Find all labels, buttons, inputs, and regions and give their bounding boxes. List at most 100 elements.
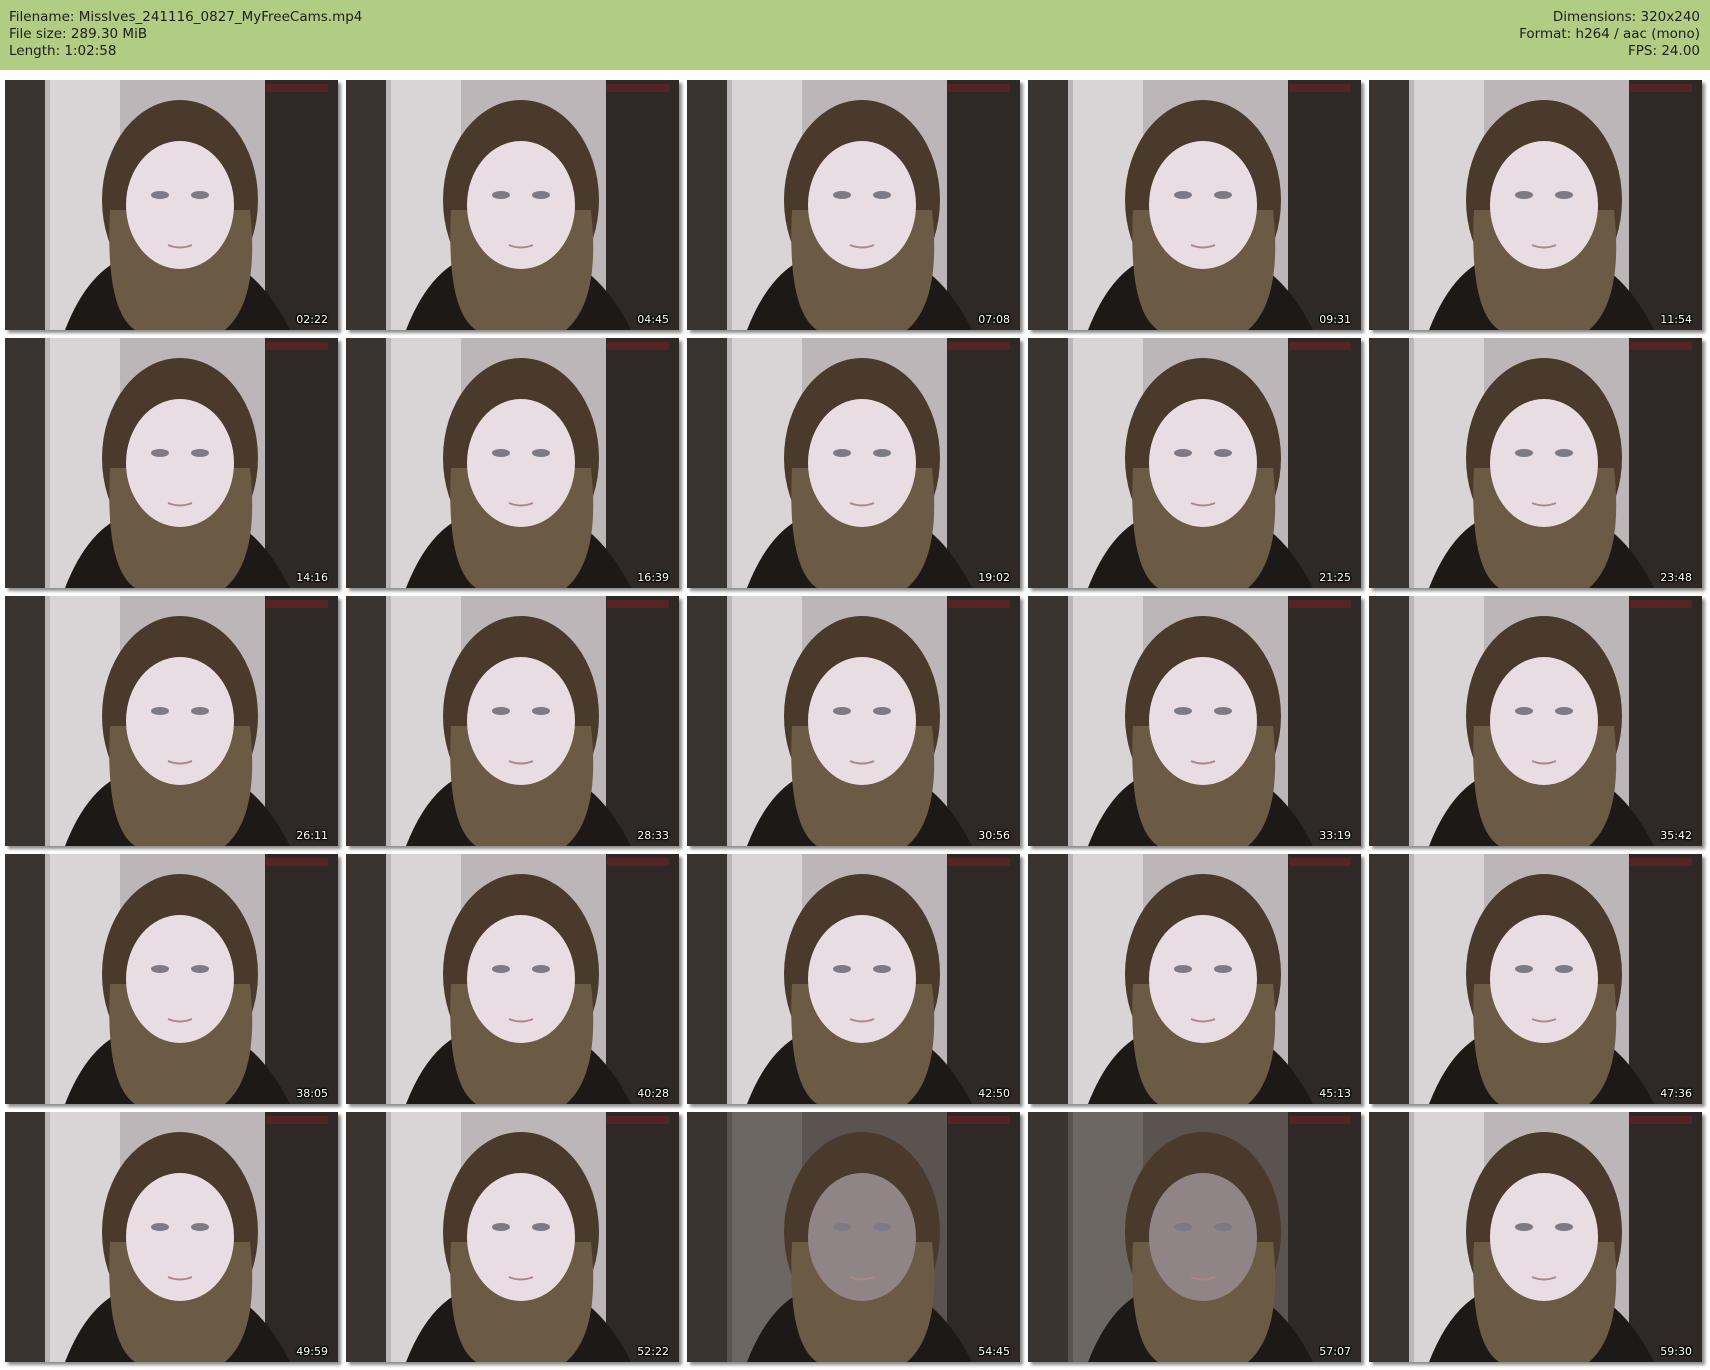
frame-image [1369,80,1702,330]
video-frame-thumbnail: 14:16 [5,338,338,588]
timestamp-label: 57:07 [1319,1345,1351,1358]
video-frame-thumbnail: 49:59 [5,1112,338,1362]
timestamp-label: 09:31 [1319,313,1351,326]
timestamp-label: 07:08 [978,313,1010,326]
timestamp-label: 19:02 [978,571,1010,584]
watermark-mark [266,342,328,350]
video-frame-thumbnail: 45:13 [1028,854,1361,1104]
video-frame-thumbnail: 07:08 [687,80,1020,330]
watermark-mark [1630,342,1692,350]
timestamp-label: 47:36 [1660,1087,1692,1100]
frame-image [1369,854,1702,1104]
video-frame-thumbnail: 33:19 [1028,596,1361,846]
thumbnail-grid: 02:22 04:45 07:08 09:31 11:54 14:16 16:39 19:02… [0,70,1710,1370]
timestamp-label: 38:05 [296,1087,328,1100]
frame-image [346,338,679,588]
info-header: Filename: MissIves_241116_0827_MyFreeCam… [0,0,1710,70]
frame-image [1369,338,1702,588]
watermark-mark [607,84,669,92]
video-frame-thumbnail: 02:22 [5,80,338,330]
frame-image [5,596,338,846]
watermark-mark [607,342,669,350]
frame-image [5,80,338,330]
video-frame-thumbnail: 16:39 [346,338,679,588]
video-frame-thumbnail: 38:05 [5,854,338,1104]
timestamp-label: 11:54 [1660,313,1692,326]
frame-image [5,1112,338,1362]
video-frame-thumbnail: 42:50 [687,854,1020,1104]
frame-image [687,596,1020,846]
video-frame-thumbnail: 59:30 [1369,1112,1702,1362]
frame-image [1028,80,1361,330]
frame-image [687,1112,1020,1362]
timestamp-label: 33:19 [1319,829,1351,842]
watermark-mark [1630,84,1692,92]
timestamp-label: 49:59 [296,1345,328,1358]
video-frame-thumbnail: 09:31 [1028,80,1361,330]
watermark-mark [1289,342,1351,350]
filename-text: Filename: MissIves_241116_0827_MyFreeCam… [9,9,363,25]
watermark-mark [948,84,1010,92]
video-frame-thumbnail: 21:25 [1028,338,1361,588]
watermark-mark [607,858,669,866]
frame-image [687,80,1020,330]
timestamp-label: 45:13 [1319,1087,1351,1100]
watermark-mark [607,600,669,608]
fps-text: FPS: 24.00 [1628,43,1700,59]
file-info: Filename: MissIves_241116_0827_MyFreeCam… [9,9,362,60]
frame-image [687,338,1020,588]
video-frame-thumbnail: 57:07 [1028,1112,1361,1362]
video-frame-thumbnail: 04:45 [346,80,679,330]
video-frame-thumbnail: 52:22 [346,1112,679,1362]
watermark-mark [266,858,328,866]
frame-image [5,854,338,1104]
length-text: Length: 1:02:58 [9,43,117,59]
timestamp-label: 40:28 [637,1087,669,1100]
watermark-mark [607,1116,669,1124]
frame-image [1028,596,1361,846]
watermark-mark [266,1116,328,1124]
frame-image [5,338,338,588]
frame-image [1028,338,1361,588]
timestamp-label: 16:39 [637,571,669,584]
watermark-mark [1289,84,1351,92]
watermark-mark [948,342,1010,350]
timestamp-label: 35:42 [1660,829,1692,842]
frame-image [687,854,1020,1104]
timestamp-label: 14:16 [296,571,328,584]
timestamp-label: 28:33 [637,829,669,842]
video-frame-thumbnail: 28:33 [346,596,679,846]
timestamp-label: 52:22 [637,1345,669,1358]
format-text: Format: h264 / aac (mono) [1519,26,1700,42]
watermark-mark [948,858,1010,866]
frame-image [1369,596,1702,846]
watermark-mark [1289,600,1351,608]
watermark-mark [1630,858,1692,866]
timestamp-label: 59:30 [1660,1345,1692,1358]
video-frame-thumbnail: 54:45 [687,1112,1020,1362]
timestamp-label: 42:50 [978,1087,1010,1100]
timestamp-label: 04:45 [637,313,669,326]
dimensions-text: Dimensions: 320x240 [1552,9,1700,25]
stream-info: Dimensions: 320x240 Format: h264 / aac (… [1519,9,1700,60]
video-frame-thumbnail: 26:11 [5,596,338,846]
timestamp-label: 30:56 [978,829,1010,842]
timestamp-label: 23:48 [1660,571,1692,584]
watermark-mark [266,600,328,608]
watermark-mark [948,600,1010,608]
timestamp-label: 21:25 [1319,571,1351,584]
watermark-mark [1289,858,1351,866]
video-frame-thumbnail: 11:54 [1369,80,1702,330]
file-size-text: File size: 289.30 MiB [9,26,148,42]
video-frame-thumbnail: 19:02 [687,338,1020,588]
video-frame-thumbnail: 35:42 [1369,596,1702,846]
frame-image [346,854,679,1104]
frame-image [1028,854,1361,1104]
watermark-mark [1630,600,1692,608]
timestamp-label: 02:22 [296,313,328,326]
video-frame-thumbnail: 23:48 [1369,338,1702,588]
watermark-mark [1630,1116,1692,1124]
frame-image [1028,1112,1361,1362]
timestamp-label: 54:45 [978,1345,1010,1358]
frame-image [346,596,679,846]
